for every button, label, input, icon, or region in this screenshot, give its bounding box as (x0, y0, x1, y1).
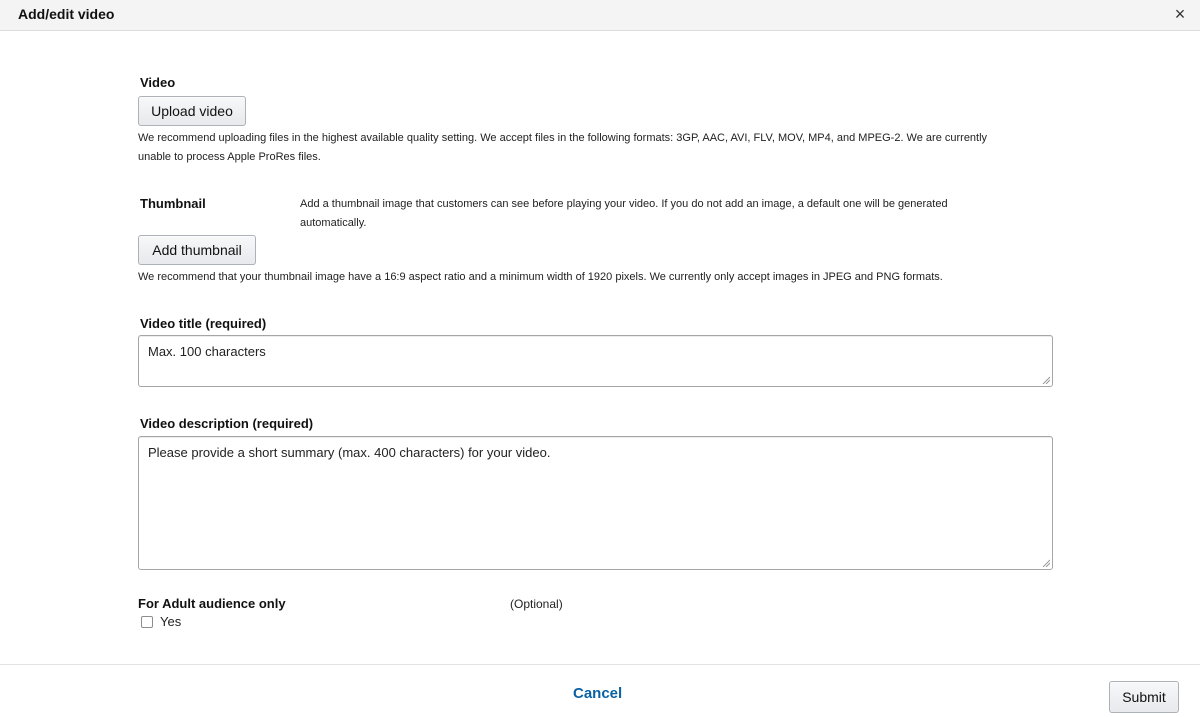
cancel-button[interactable]: Cancel (573, 685, 622, 702)
upload-video-button[interactable]: Upload video (138, 96, 246, 126)
dialog-title: Add/edit video (18, 6, 115, 22)
video-title-input[interactable]: Max. 100 characters (138, 335, 1053, 387)
thumbnail-section-label: Thumbnail (140, 196, 206, 211)
adult-audience-label: For Adult audience only (138, 596, 286, 611)
thumbnail-description-line-2: automatically. (300, 217, 367, 229)
video-title-placeholder: Max. 100 characters (148, 344, 266, 359)
adult-yes-checkbox[interactable] (141, 616, 153, 628)
resize-grip-icon[interactable] (1042, 559, 1050, 567)
dialog-footer: Cancel Submit (0, 664, 1200, 717)
video-description-placeholder: Please provide a short summary (max. 400… (148, 445, 551, 460)
video-description-textarea[interactable]: Please provide a short summary (max. 400… (138, 436, 1053, 570)
video-help-line-2: unable to process Apple ProRes files. (138, 151, 321, 163)
video-help-line-1: We recommend uploading files in the high… (138, 132, 988, 144)
video-help-text: We recommend uploading files in the high… (138, 129, 1098, 167)
video-section-label: Video (140, 75, 176, 90)
resize-grip-icon[interactable] (1042, 376, 1050, 384)
add-thumbnail-button[interactable]: Add thumbnail (138, 235, 256, 265)
close-icon[interactable]: × (1170, 4, 1190, 24)
adult-yes-label[interactable]: Yes (160, 614, 181, 629)
video-title-label: Video title (required) (140, 316, 267, 331)
add-edit-video-dialog: Add/edit video × Video Upload video We r… (0, 0, 1200, 717)
thumbnail-help-text: We recommend that your thumbnail image h… (138, 271, 943, 283)
thumbnail-description-line-1: Add a thumbnail image that customers can… (300, 198, 948, 210)
video-description-label: Video description (required) (140, 416, 314, 431)
dialog-header: Add/edit video × (0, 0, 1200, 31)
submit-button[interactable]: Submit (1109, 681, 1179, 713)
optional-tag: (Optional) (510, 597, 563, 611)
thumbnail-description: Add a thumbnail image that customers can… (300, 195, 1060, 233)
